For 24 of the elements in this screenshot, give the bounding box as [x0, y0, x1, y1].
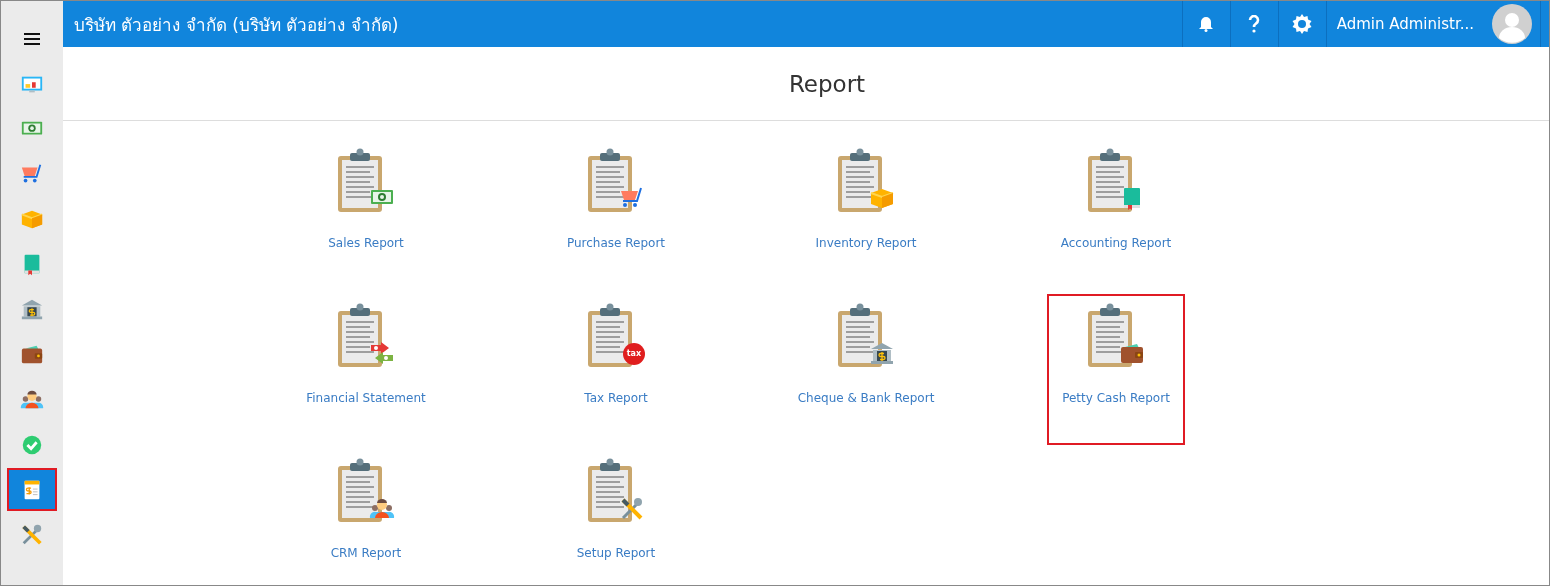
- page-title: Report: [788, 70, 866, 97]
- report-link[interactable]: CRM Report: [330, 546, 402, 560]
- report-link[interactable]: Accounting Report: [1060, 236, 1172, 250]
- report-tile[interactable]: Sales Report: [297, 143, 435, 294]
- report-link[interactable]: Inventory Report: [815, 236, 917, 250]
- report-tile[interactable]: CRM Report: [297, 453, 435, 585]
- report-tile[interactable]: Inventory Report: [797, 143, 935, 294]
- report-link[interactable]: Sales Report: [328, 236, 404, 250]
- report-link[interactable]: Cheque & Bank Report: [797, 391, 935, 405]
- company-name: บริษัท ตัวอย่าง จำกัด (บริษัท ตัวอย่าง จำกัด): [73, 13, 400, 37]
- report-tile[interactable]: Setup Report: [547, 453, 685, 585]
- report-tile[interactable]: Purchase Report: [547, 143, 685, 294]
- report-tile[interactable]: Financial Statement: [297, 298, 435, 449]
- report-link[interactable]: Setup Report: [576, 546, 656, 560]
- report-link[interactable]: Tax Report: [584, 391, 648, 405]
- user-name[interactable]: Admin Administr...: [1336, 15, 1474, 33]
- report-link[interactable]: Purchase Report: [566, 236, 666, 250]
- report-tile[interactable]: Accounting Report: [1047, 143, 1185, 294]
- report-tile[interactable]: Cheque & Bank Report: [797, 298, 935, 449]
- report-tile[interactable]: Petty Cash Report: [1047, 294, 1185, 445]
- tax-label: tax: [623, 343, 645, 365]
- report-link[interactable]: Petty Cash Report: [1062, 391, 1170, 405]
- report-tile[interactable]: tax Tax Report: [547, 298, 685, 449]
- report-link[interactable]: Financial Statement: [306, 391, 426, 405]
